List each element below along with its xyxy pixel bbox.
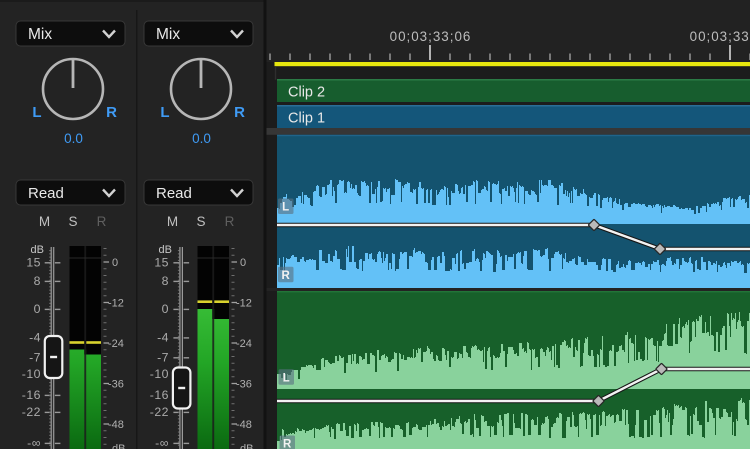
svg-text:Clip 2: Clip 2 <box>288 85 325 101</box>
svg-text:-16: -16 <box>150 388 169 402</box>
svg-text:0.0: 0.0 <box>192 131 211 146</box>
svg-text:-16: -16 <box>22 388 41 402</box>
svg-text:15: 15 <box>26 255 41 269</box>
svg-text:dB: dB <box>31 244 44 256</box>
svg-text:-∞: -∞ <box>155 436 169 449</box>
svg-text:-36: -36 <box>108 379 124 391</box>
svg-text:M: M <box>167 214 178 229</box>
svg-text:R: R <box>283 439 292 449</box>
svg-text:00;03;33;06: 00;03;33;06 <box>390 29 472 44</box>
svg-text:L: L <box>282 202 289 214</box>
svg-text:Mix: Mix <box>156 26 180 43</box>
svg-text:Read: Read <box>156 185 192 202</box>
svg-text:-36: -36 <box>236 379 252 391</box>
svg-text:-∞: -∞ <box>27 436 41 449</box>
svg-text:0.0: 0.0 <box>64 131 83 146</box>
svg-text:15: 15 <box>154 255 169 269</box>
svg-text:R: R <box>282 270 291 282</box>
svg-text:-22: -22 <box>22 405 41 419</box>
svg-text:R: R <box>225 214 235 229</box>
svg-text:M: M <box>39 214 50 229</box>
svg-text:dB: dB <box>159 244 172 256</box>
svg-text:-22: -22 <box>150 405 169 419</box>
svg-text:-7: -7 <box>29 350 41 364</box>
svg-text:-12: -12 <box>236 298 252 310</box>
svg-text:8: 8 <box>162 274 169 288</box>
svg-text:S: S <box>68 214 77 229</box>
svg-text:-4: -4 <box>157 331 169 345</box>
svg-text:R: R <box>234 104 245 121</box>
svg-text:L: L <box>283 372 290 384</box>
svg-text:0: 0 <box>112 257 118 269</box>
svg-text:L: L <box>160 104 169 121</box>
svg-text:-10: -10 <box>150 367 169 381</box>
svg-text:-48: -48 <box>236 419 252 431</box>
svg-text:Mix: Mix <box>28 26 52 43</box>
svg-text:Clip 1: Clip 1 <box>288 111 325 127</box>
svg-text:dB: dB <box>240 443 253 449</box>
svg-text:8: 8 <box>34 274 41 288</box>
svg-text:00;03;33;21: 00;03;33;21 <box>690 29 750 44</box>
svg-text:-10: -10 <box>22 367 41 381</box>
svg-text:0: 0 <box>162 302 169 316</box>
svg-text:-7: -7 <box>157 350 169 364</box>
svg-text:-48: -48 <box>108 419 124 431</box>
svg-text:-24: -24 <box>236 338 252 350</box>
svg-text:S: S <box>196 214 205 229</box>
svg-text:0: 0 <box>240 257 246 269</box>
svg-text:Read: Read <box>28 185 64 202</box>
svg-text:R: R <box>97 214 107 229</box>
svg-text:-4: -4 <box>29 331 41 345</box>
svg-text:R: R <box>106 104 117 121</box>
svg-text:dB: dB <box>112 443 125 449</box>
svg-text:-24: -24 <box>108 338 124 350</box>
svg-text:-12: -12 <box>108 298 124 310</box>
svg-text:L: L <box>32 104 41 121</box>
svg-text:0: 0 <box>34 302 41 316</box>
